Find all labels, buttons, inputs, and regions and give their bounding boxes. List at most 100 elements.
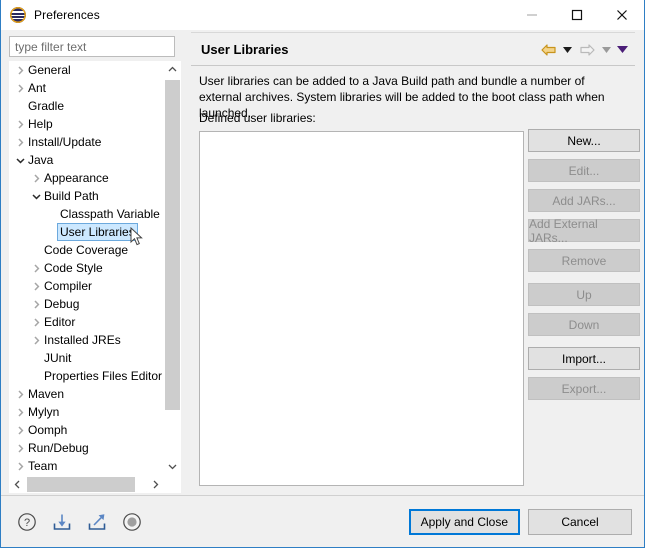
sidebar-item-install-update[interactable]: Install/Update (9, 133, 163, 151)
sidebar-item-debug[interactable]: Debug (9, 295, 163, 313)
sidebar-item-appearance[interactable]: Appearance (9, 169, 163, 187)
sidebar-item-code-coverage[interactable]: Code Coverage (9, 241, 163, 259)
sidebar-item-code-style[interactable]: Code Style (9, 259, 163, 277)
sidebar-item-label: JUnit (44, 351, 72, 365)
svg-text:?: ? (24, 517, 30, 529)
sidebar-item-general[interactable]: General (9, 61, 163, 79)
window-title: Preferences (34, 8, 100, 22)
sidebar-item-help[interactable]: Help (9, 115, 163, 133)
sidebar-item-label: Install/Update (28, 135, 102, 149)
chevron-right-icon[interactable] (15, 439, 26, 457)
sidebar-item-label: Maven (28, 387, 65, 401)
new-button[interactable]: New... (528, 129, 640, 152)
sidebar-item-label: Gradle (28, 99, 65, 113)
forward-dropdown-icon (600, 39, 613, 61)
chevron-right-icon[interactable] (31, 295, 42, 313)
page-content: User Libraries User libraries can be add… (191, 32, 640, 494)
title-bar: Preferences (1, 0, 644, 30)
sidebar-item-compiler[interactable]: Compiler (9, 277, 163, 295)
help-icon[interactable]: ? (15, 510, 39, 534)
tree-scroll-viewport: General Ant Gradle Help Install/Update Java Ap… (9, 61, 163, 475)
export-button: Export... (528, 377, 640, 400)
chevron-right-icon[interactable] (31, 277, 42, 295)
sidebar-item-team[interactable]: Team (9, 457, 163, 475)
forward-arrow-icon (577, 39, 597, 61)
chevron-right-icon[interactable] (15, 115, 26, 133)
preferences-dialog: Preferences type filter text General Ant G… (0, 0, 645, 548)
scroll-down-icon[interactable] (164, 458, 181, 475)
add-jars-button: Add JARs... (528, 189, 640, 212)
minimize-icon[interactable] (509, 0, 554, 30)
down-button: Down (528, 313, 640, 336)
sidebar-item-label: Build Path (44, 189, 99, 203)
dialog-footer: ? Apply and Close Cancel (1, 495, 644, 547)
window-controls (509, 0, 644, 30)
close-icon[interactable] (599, 0, 644, 30)
record-icon[interactable] (120, 510, 144, 534)
chevron-right-icon[interactable] (15, 403, 26, 421)
up-button: Up (528, 283, 640, 306)
sidebar-item-label: Help (28, 117, 53, 131)
sidebar-item-label: Java (28, 153, 54, 167)
sidebar-item-installed-jres[interactable]: Installed JREs (9, 331, 163, 349)
chevron-right-icon[interactable] (15, 385, 26, 403)
tree-vertical-scrollbar[interactable] (164, 61, 181, 475)
defined-libraries-label: Defined user libraries: (199, 111, 316, 125)
chevron-right-icon[interactable] (15, 457, 26, 475)
scroll-up-icon[interactable] (164, 61, 181, 78)
sidebar-item-properties-files-editor[interactable]: Properties Files Editor (9, 367, 163, 385)
sidebar-item-label: User Libraries (57, 223, 138, 241)
sidebar-item-classpath-variable[interactable]: Classpath Variable (9, 205, 163, 223)
sidebar-item-label: Properties Files Editor (44, 369, 163, 383)
sidebar-item-maven[interactable]: Maven (9, 385, 163, 403)
sidebar-item-label: Team (28, 459, 58, 473)
sidebar-item-label: Appearance (44, 171, 109, 185)
cancel-button[interactable]: Cancel (528, 509, 632, 535)
chevron-right-icon[interactable] (31, 169, 42, 187)
apply-and-close-button[interactable]: Apply and Close (408, 509, 520, 535)
sidebar-item-oomph[interactable]: Oomph (9, 421, 163, 439)
chevron-down-icon[interactable] (31, 187, 42, 205)
page-header: User Libraries (191, 33, 635, 66)
chevron-right-icon[interactable] (31, 313, 42, 331)
tree-scroll-thumb[interactable] (165, 80, 180, 410)
sidebar-item-label: Oomph (28, 423, 68, 437)
sidebar-item-user-libraries[interactable]: User Libraries (9, 223, 163, 241)
tree-hscroll-thumb[interactable] (27, 477, 135, 492)
sidebar-item-label: Debug (44, 297, 80, 311)
back-dropdown-icon[interactable] (561, 39, 574, 61)
preferences-tree[interactable]: General Ant Gradle Help Install/Update Java Ap… (9, 61, 181, 493)
sidebar-item-gradle[interactable]: Gradle (9, 97, 163, 115)
sidebar-item-ant[interactable]: Ant (9, 79, 163, 97)
sidebar-item-label: Mylyn (28, 405, 60, 419)
search-placeholder: type filter text (15, 39, 87, 54)
view-menu-icon[interactable] (616, 39, 629, 61)
tree-horizontal-scrollbar[interactable] (9, 476, 181, 493)
chevron-down-icon[interactable] (15, 151, 26, 169)
sidebar-item-editor[interactable]: Editor (9, 313, 163, 331)
chevron-right-icon[interactable] (15, 133, 26, 151)
chevron-right-icon[interactable] (15, 79, 26, 97)
back-arrow-icon[interactable] (538, 39, 558, 61)
eclipse-icon (10, 7, 26, 23)
maximize-icon[interactable] (554, 0, 599, 30)
sidebar-item-junit[interactable]: JUnit (9, 349, 163, 367)
sidebar-item-build-path[interactable]: Build Path (9, 187, 163, 205)
sidebar-item-java[interactable]: Java (9, 151, 163, 169)
footer-buttons: Apply and Close Cancel (408, 496, 632, 548)
user-libraries-list[interactable] (199, 131, 524, 486)
export-preferences-icon[interactable] (85, 510, 109, 534)
import-button[interactable]: Import... (528, 347, 640, 370)
sidebar-item-run-debug[interactable]: Run/Debug (9, 439, 163, 457)
search-input[interactable]: type filter text (9, 36, 175, 57)
footer-icons: ? (15, 496, 144, 548)
sidebar-item-mylyn[interactable]: Mylyn (9, 403, 163, 421)
scroll-left-icon[interactable] (9, 476, 26, 493)
chevron-right-icon[interactable] (31, 259, 42, 277)
import-preferences-icon[interactable] (50, 510, 74, 534)
chevron-right-icon[interactable] (15, 421, 26, 439)
scroll-right-icon[interactable] (147, 476, 164, 493)
chevron-right-icon[interactable] (31, 331, 42, 349)
library-actions-panel: New... Edit... Add JARs... Add External JAR… (528, 129, 640, 407)
chevron-right-icon[interactable] (15, 61, 26, 79)
